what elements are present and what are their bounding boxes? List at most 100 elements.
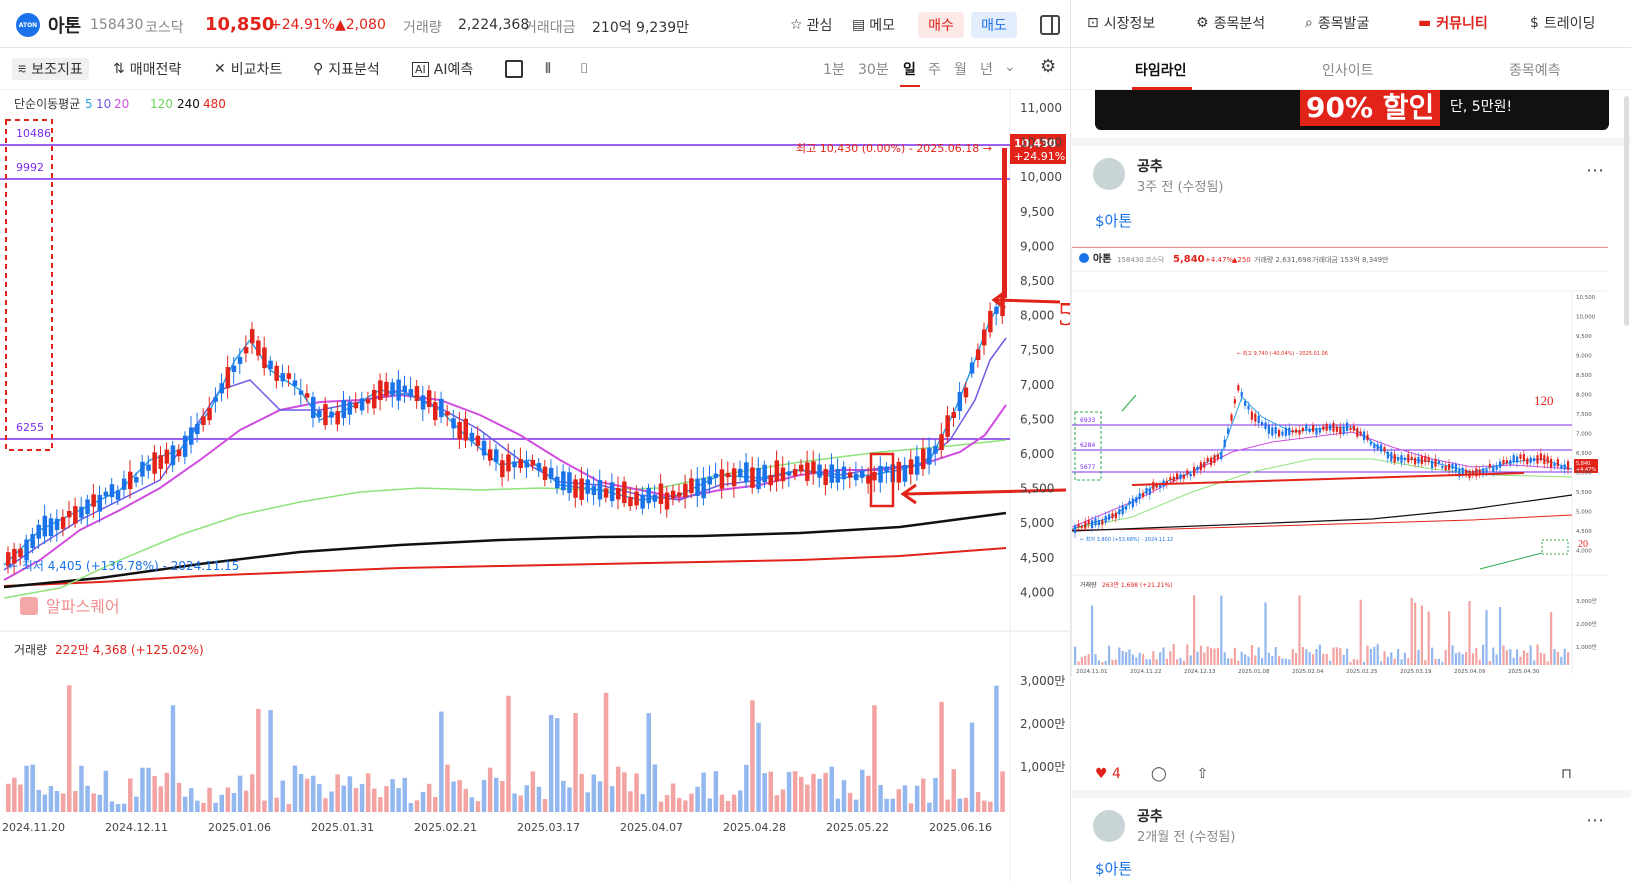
analysis-button[interactable]: ⚲ 지표분석 bbox=[313, 58, 380, 80]
nav-stock-analysis[interactable]: ⚙ 종목분석 bbox=[1196, 13, 1265, 33]
inner-volume-bar bbox=[1244, 654, 1247, 665]
avatar[interactable] bbox=[1093, 810, 1125, 842]
strategy-button[interactable]: ⇅ 매매전략 bbox=[113, 58, 181, 80]
inner-volume-bar bbox=[1499, 607, 1502, 665]
inner-price-tick: 9,000 bbox=[1576, 354, 1592, 360]
more-icon[interactable]: ⋯ bbox=[1586, 160, 1604, 181]
share-icon[interactable]: ⇧ bbox=[1197, 766, 1209, 782]
volume-bar bbox=[890, 798, 895, 812]
candle-tool-icon[interactable]: ⫴ bbox=[545, 58, 551, 80]
candle-body bbox=[201, 416, 206, 426]
camera-icon[interactable]: ⌷ bbox=[580, 58, 588, 80]
candle-body bbox=[67, 511, 72, 518]
inner-candle-body bbox=[1410, 456, 1413, 460]
inner-volume-bar bbox=[1125, 651, 1128, 665]
inner-volume-bar bbox=[1410, 597, 1413, 665]
volume-bar bbox=[927, 802, 932, 812]
candle-body bbox=[207, 408, 212, 421]
nav-market-info[interactable]: ⊡ 시장정보 bbox=[1087, 13, 1155, 33]
nav-trading[interactable]: $ 트레이딩 bbox=[1530, 13, 1595, 33]
sell-button[interactable]: 매도 bbox=[971, 12, 1017, 38]
inner-volume-bar bbox=[1519, 656, 1522, 665]
inner-price-tick: 7,500 bbox=[1576, 412, 1592, 418]
main-chart[interactable]: 단순이동평균 5 10 20 120 240 480 10486 9992 62… bbox=[0, 90, 1075, 882]
comment-icon[interactable]: ◯ bbox=[1151, 766, 1167, 782]
stock-name[interactable]: 아톤 bbox=[48, 12, 81, 38]
candle-body bbox=[713, 473, 719, 478]
panel-toggle-icon[interactable] bbox=[1040, 15, 1060, 35]
chevron-down-icon[interactable]: ⌄ bbox=[1004, 59, 1016, 75]
candle-body bbox=[555, 476, 560, 489]
post-tag[interactable]: $아톤 bbox=[1095, 858, 1132, 879]
nav-stock-discovery[interactable]: ⌕ 종목발굴 bbox=[1305, 13, 1369, 33]
compare-button[interactable]: ✕ 비교차트 bbox=[214, 58, 282, 80]
volume-bar bbox=[225, 787, 231, 812]
settings-gear-icon[interactable]: ⚙ bbox=[1040, 56, 1056, 77]
candle-body bbox=[908, 459, 914, 475]
buy-button[interactable]: 매수 bbox=[918, 12, 964, 38]
inner-candle-body bbox=[1169, 477, 1172, 481]
inner-candle-body bbox=[1563, 464, 1566, 470]
heart-icon[interactable]: ♥ 4 bbox=[1095, 766, 1121, 782]
inner-candle-body bbox=[1264, 422, 1267, 429]
feed-scrollbar[interactable] bbox=[1624, 96, 1629, 326]
ma-20-line bbox=[3, 393, 1007, 581]
price-tick: 9,500 bbox=[1020, 205, 1054, 219]
indicators-button[interactable]: ⩳ 보조지표 bbox=[12, 58, 89, 80]
volume-bar bbox=[152, 775, 157, 812]
volume-bar bbox=[207, 787, 212, 812]
price-chart-svg[interactable]: 단순이동평균 5 10 20 120 240 480 10486 9992 62… bbox=[0, 90, 1075, 882]
period-1min[interactable]: 1분 bbox=[823, 59, 845, 79]
inner-candle-body bbox=[1495, 465, 1498, 470]
candle-body bbox=[701, 477, 706, 499]
level-label-10486: 10486 bbox=[16, 127, 51, 140]
period-day[interactable]: 일 bbox=[903, 59, 916, 79]
candle-body bbox=[463, 418, 468, 441]
inner-candle-body bbox=[1393, 454, 1396, 463]
watch-button[interactable]: ☆ 관심 bbox=[790, 13, 832, 37]
inner-volume-bar bbox=[1465, 651, 1468, 665]
period-year[interactable]: 년 bbox=[980, 59, 993, 79]
community-feed: 90% 할인 단, 5만원! 공추 3주 전 (수정됨) ⋯ $아톤 아톤 15… bbox=[1071, 90, 1631, 882]
post-image[interactable]: 아톤 158430 코스닥 5,840 +4.47% ▲250 거래량 2,63… bbox=[1071, 246, 1608, 677]
nav-community[interactable]: ▬ 커뮤니티 bbox=[1418, 13, 1488, 33]
inner-volume-bar bbox=[1240, 651, 1243, 665]
inner-name: 아톤 bbox=[1093, 252, 1111, 265]
stock-code: 158430 bbox=[90, 17, 144, 33]
ai-predict-button[interactable]: AI AI예측 bbox=[412, 58, 473, 80]
inner-candle-body bbox=[1237, 385, 1240, 391]
nav-market-info-label: 시장정보 bbox=[1103, 16, 1156, 32]
tab-timeline[interactable]: 타임라인 bbox=[1135, 60, 1187, 80]
volume-label: 거래량 bbox=[403, 20, 442, 36]
post-author[interactable]: 공추 bbox=[1137, 806, 1163, 826]
tab-insight[interactable]: 인사이트 bbox=[1322, 60, 1374, 80]
period-week[interactable]: 주 bbox=[928, 59, 941, 79]
period-30min[interactable]: 30분 bbox=[858, 59, 889, 79]
candle-body bbox=[927, 447, 932, 465]
inner-candle-body bbox=[1291, 429, 1294, 433]
ad-banner[interactable]: 90% 할인 단, 5만원! bbox=[1095, 90, 1609, 130]
inner-volume-bar bbox=[1352, 659, 1355, 665]
avatar[interactable] bbox=[1093, 158, 1125, 190]
volume-bar bbox=[97, 794, 102, 812]
tab-prediction[interactable]: 종목예측 bbox=[1509, 60, 1561, 80]
inner-volume-bar bbox=[1172, 644, 1175, 665]
memo-button[interactable]: ▤ 메모 bbox=[852, 13, 895, 37]
period-month[interactable]: 월 bbox=[954, 59, 967, 79]
inner-volume-bar bbox=[1101, 661, 1104, 665]
volume-bar bbox=[396, 788, 401, 812]
volume-bar bbox=[457, 780, 462, 812]
post-author[interactable]: 공추 bbox=[1137, 156, 1163, 176]
inner-volume-bar bbox=[1288, 659, 1291, 665]
more-icon[interactable]: ⋯ bbox=[1586, 810, 1604, 831]
inner-volume-bar bbox=[1431, 647, 1434, 665]
ma-20: 20 bbox=[114, 97, 129, 111]
candle-body bbox=[780, 467, 786, 482]
inner-volume-bar bbox=[1397, 648, 1400, 665]
square-tool-icon[interactable] bbox=[505, 58, 523, 80]
inner-candle-body bbox=[1172, 476, 1175, 482]
bookmark-icon[interactable]: ⊓ bbox=[1561, 766, 1572, 782]
post-tag[interactable]: $아톤 bbox=[1095, 210, 1132, 231]
inner-volume-bar bbox=[1108, 645, 1111, 665]
volume-bar bbox=[658, 801, 664, 812]
